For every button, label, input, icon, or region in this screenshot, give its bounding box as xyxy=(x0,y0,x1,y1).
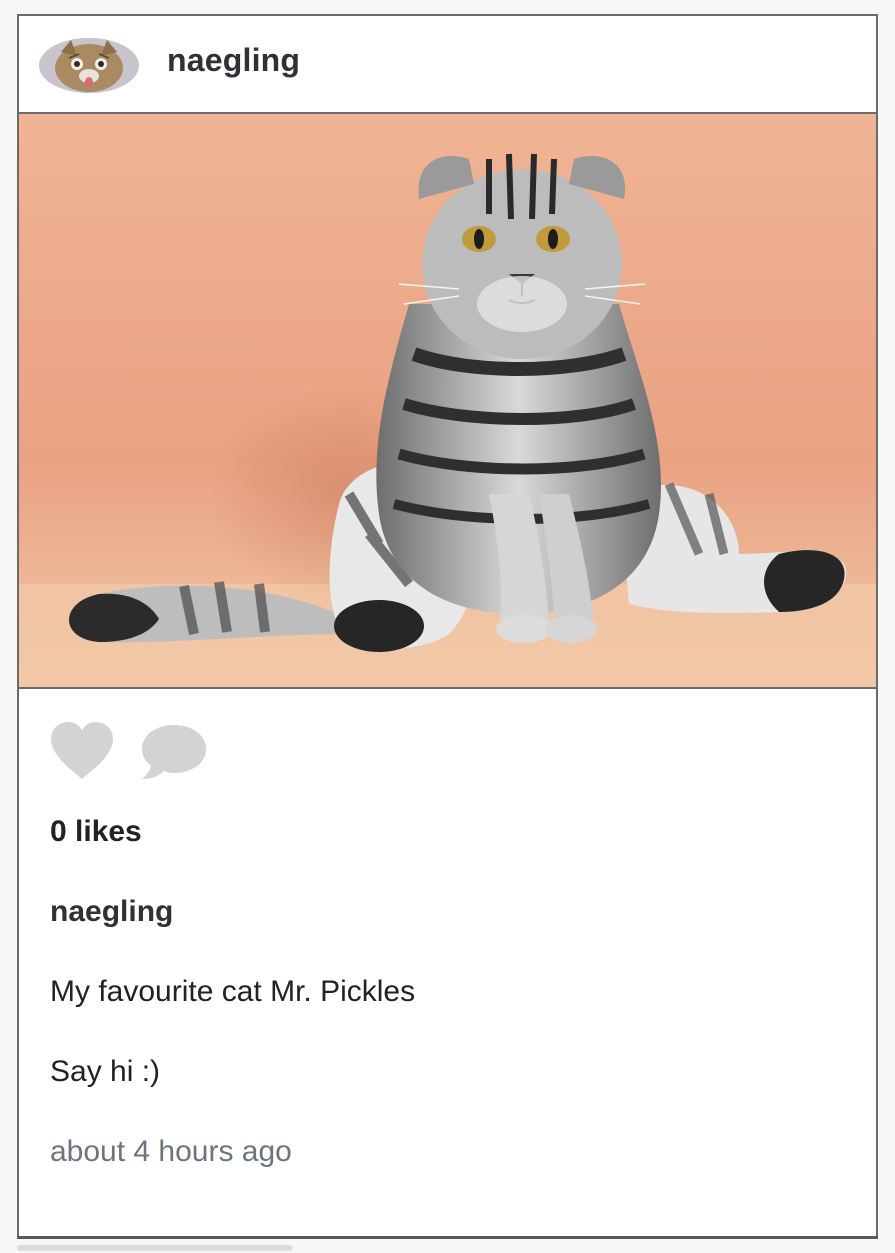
cat-photo-image xyxy=(19,114,876,687)
post-body: 0 likes naegling My favourite cat Mr. Pi… xyxy=(19,689,876,1238)
comment-button[interactable] xyxy=(141,721,207,781)
cat-avatar-icon xyxy=(39,38,139,93)
header-username[interactable]: naegling xyxy=(167,42,300,79)
next-card-edge xyxy=(17,1236,878,1239)
comment-bubble-icon xyxy=(142,725,206,779)
heart-icon xyxy=(51,722,113,779)
post-header: naegling xyxy=(19,16,876,114)
like-button[interactable] xyxy=(49,721,115,781)
caption-username[interactable]: naegling xyxy=(50,895,173,929)
caption-line-2: Say hi :) xyxy=(50,1055,161,1088)
likes-count: 0 likes xyxy=(50,815,142,848)
caption-line-1: My favourite cat Mr. Pickles xyxy=(50,975,416,1008)
horizontal-scrollbar[interactable] xyxy=(17,1245,293,1251)
post-card: naegling 0 likes naegling My favourite c… xyxy=(17,14,878,1238)
user-avatar[interactable] xyxy=(39,38,139,93)
post-timestamp: about 4 hours ago xyxy=(50,1135,292,1168)
post-photo[interactable] xyxy=(19,114,876,689)
